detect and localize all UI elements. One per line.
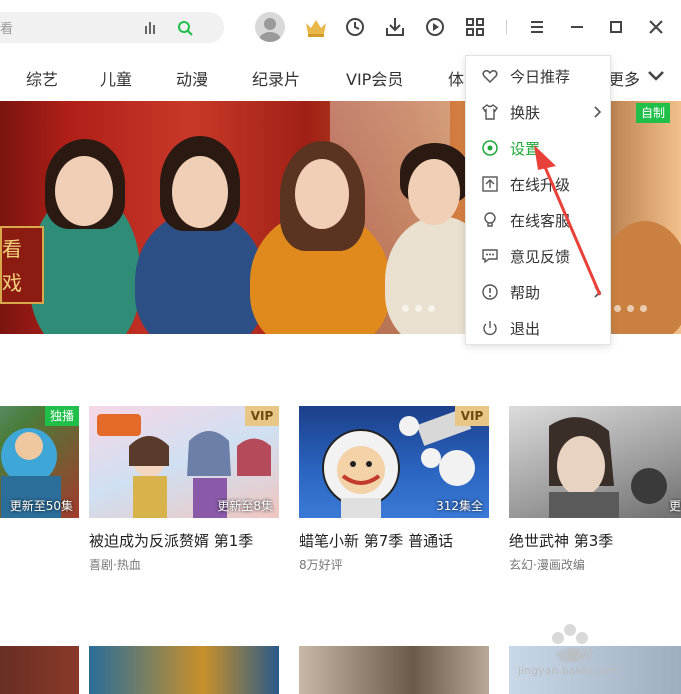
nav-item-documentary[interactable]: 纪录片 <box>252 66 300 90</box>
feedback-icon <box>482 249 498 264</box>
search-input[interactable]: 看 <box>0 18 13 37</box>
video-thumbnail[interactable]: 独播 更新至50集 <box>0 406 79 518</box>
watermark-url: jingyan.baidu.com <box>518 664 620 677</box>
video-tags: 玄幻·漫画改编 <box>509 558 585 572</box>
bulb-icon <box>484 212 496 227</box>
vip-badge: VIP <box>245 406 279 426</box>
carousel-dot[interactable] <box>428 305 435 312</box>
menu-item-help[interactable]: 帮助 <box>466 274 612 310</box>
settings-icon <box>482 140 498 156</box>
menu-item-label: 在线客服 <box>510 212 571 230</box>
help-icon <box>482 284 498 300</box>
upgrade-icon <box>482 176 498 192</box>
heart-icon <box>482 70 498 84</box>
carousel-dot[interactable] <box>627 305 634 312</box>
video-title[interactable]: 蜡笔小新 第7季 普通话 <box>299 530 453 551</box>
menu-item-settings[interactable]: 设置 <box>466 130 612 166</box>
menu-item-label: 设置 <box>510 140 541 158</box>
menu-item-label: 意见反馈 <box>510 248 571 266</box>
menu-item-label: 退出 <box>510 320 541 338</box>
nav-item-variety[interactable]: 综艺 <box>26 66 58 90</box>
video-thumbnail[interactable] <box>89 646 279 694</box>
video-tags: 8万好评 <box>299 558 343 572</box>
episode-status: 更新至8集 <box>217 499 273 513</box>
carousel-dot[interactable] <box>614 305 621 312</box>
episode-status: 312集全 <box>436 499 483 513</box>
carousel-dot[interactable] <box>640 305 647 312</box>
search-box[interactable]: 看 <box>0 12 224 43</box>
nav-item-vip[interactable]: VIP会员 <box>346 66 403 90</box>
vip-crown-icon[interactable] <box>303 14 329 40</box>
carousel-dot[interactable] <box>415 305 422 312</box>
banner-figure-face <box>295 159 349 229</box>
avatar[interactable] <box>255 12 285 42</box>
menu-item-label: 换肤 <box>510 104 541 122</box>
banner-figure-face <box>408 159 460 225</box>
nav-item-sports[interactable]: 体 <box>448 66 464 90</box>
menu-item-label: 帮助 <box>510 284 541 302</box>
play-circle-icon[interactable] <box>422 14 448 40</box>
nav-item-kids[interactable]: 儿童 <box>100 66 132 90</box>
menu-item-exit[interactable]: 退出 <box>466 310 612 346</box>
close-icon[interactable] <box>643 14 669 40</box>
video-thumbnail[interactable] <box>299 646 489 694</box>
carousel-dot[interactable] <box>402 305 409 312</box>
menu-item-recommend[interactable]: 今日推荐 <box>466 58 612 94</box>
minimize-icon[interactable] <box>564 14 590 40</box>
banner-sign-text: 看戏 <box>2 237 22 295</box>
original-badge: 自制 <box>636 103 670 123</box>
grid-apps-icon[interactable] <box>462 14 488 40</box>
download-icon[interactable] <box>382 14 408 40</box>
video-thumbnail[interactable]: VIP 更新至8集 <box>89 406 279 518</box>
menu-item-skin[interactable]: 换肤 <box>466 94 612 130</box>
nav-item-more[interactable]: 更多 <box>608 66 640 90</box>
divider <box>506 20 507 34</box>
episode-status: 更新 <box>668 499 681 513</box>
video-title[interactable]: 被迫成为反派赘婿 第1季 <box>89 530 253 551</box>
banner-figure-face <box>172 156 228 228</box>
video-thumbnail[interactable]: VIP 312集全 <box>299 406 489 518</box>
episode-status: 更新至50集 <box>9 499 73 513</box>
video-title[interactable]: 绝世武神 第3季 <box>509 530 613 551</box>
chevron-down-icon[interactable] <box>646 68 666 84</box>
menu-item-label: 今日推荐 <box>510 68 571 86</box>
banner-figure-face <box>55 156 113 226</box>
search-icon[interactable] <box>177 20 193 36</box>
thumbnail-art <box>549 417 667 518</box>
top-bar: 看 <box>0 0 681 56</box>
vip-badge: VIP <box>455 406 489 426</box>
banner-decor <box>600 221 681 334</box>
menu-item-feedback[interactable]: 意见反馈 <box>466 238 612 274</box>
exclusive-badge: 独播 <box>45 406 79 426</box>
video-tags: 喜剧·热血 <box>89 558 141 572</box>
carousel-dots[interactable] <box>402 305 435 312</box>
main-menu-dropdown: 今日推荐 换肤 设置 在线升级 在线客服 意见反馈 帮助 退出 <box>465 55 611 345</box>
chevron-right-icon <box>594 286 602 298</box>
maximize-icon[interactable] <box>603 14 629 40</box>
menu-item-customer-service[interactable]: 在线客服 <box>466 202 612 238</box>
history-icon[interactable] <box>342 14 368 40</box>
app-window: { "search": { "placeholder": "看" }, "nav… <box>0 0 681 694</box>
carousel-dots-right[interactable] <box>614 305 647 312</box>
shirt-icon <box>482 104 498 120</box>
video-thumbnail[interactable]: 更新 <box>509 406 681 518</box>
chevron-right-icon <box>594 106 602 118</box>
video-thumbnail[interactable] <box>0 646 79 694</box>
power-icon <box>483 321 497 336</box>
voice-search-icon[interactable] <box>143 20 159 36</box>
menu-item-label: 在线升级 <box>510 176 571 194</box>
menu-icon[interactable] <box>524 14 550 40</box>
nav-item-anime[interactable]: 动漫 <box>176 66 208 90</box>
watermark-text: 经验 <box>566 648 593 663</box>
menu-item-upgrade[interactable]: 在线升级 <box>466 166 612 202</box>
